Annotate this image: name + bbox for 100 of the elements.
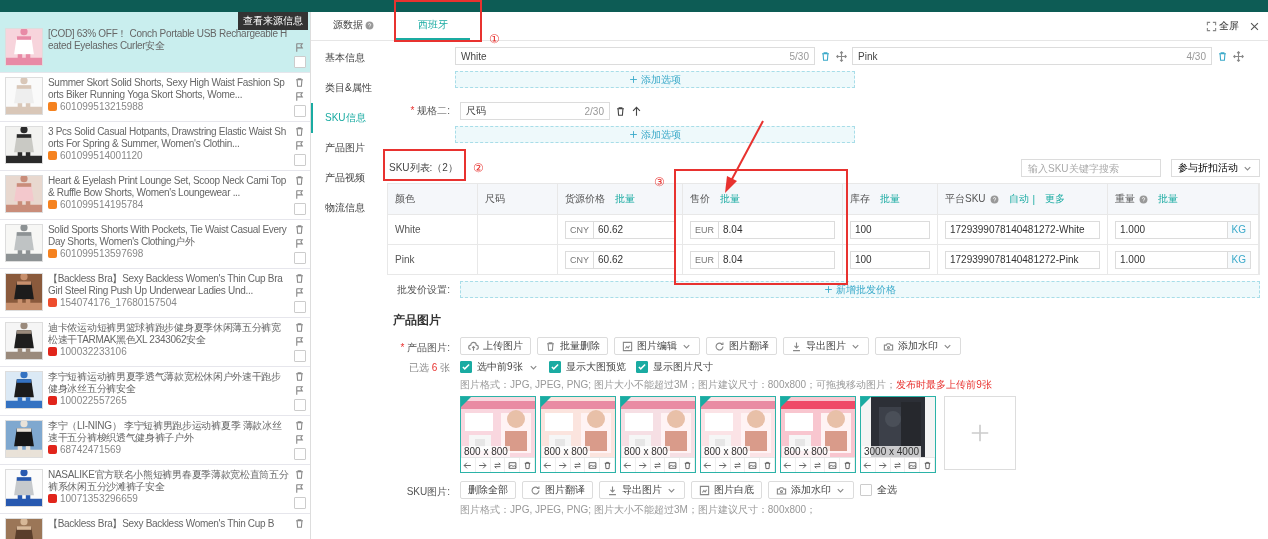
image-icon <box>907 460 917 470</box>
move-left-button[interactable] <box>461 458 476 472</box>
search-field[interactable]: 输入SKU关键字搜索 <box>1021 159 1161 177</box>
drag-icon[interactable] <box>1233 50 1244 62</box>
image-tile[interactable]: 800 x 800 <box>700 396 776 473</box>
fullscreen-button[interactable]: 全屏 <box>1200 12 1245 40</box>
move-left-button[interactable] <box>701 458 716 472</box>
checkbox[interactable] <box>293 105 306 117</box>
checkbox[interactable] <box>293 252 306 264</box>
nav-item[interactable]: 类目&属性 <box>311 73 383 103</box>
product-item[interactable]: NASALIKE官方联名小熊短裤男春夏季薄款宽松直筒五分裤系休闲五分沙滩裤子安全 10071353296659 <box>0 465 310 514</box>
price-field[interactable]: EUR 8.04 <box>690 250 835 269</box>
image-button[interactable] <box>825 458 841 472</box>
move-left-button[interactable] <box>861 458 876 472</box>
tab[interactable]: 源数据 <box>311 12 396 40</box>
product-item[interactable]: 李宁（LI-NING） 李宁短裤男跑步运动裤夏季 薄款冰丝速干五分裤梭织透气健身裤子户外 68742471569 <box>0 416 310 465</box>
checkbox-label[interactable]: 选中前9张 <box>477 360 523 374</box>
toolbar-button[interactable]: 添加水印 <box>875 337 961 355</box>
stock-field[interactable]: 100 <box>850 250 930 269</box>
option-field[interactable]: Pink 4/30 <box>852 47 1212 65</box>
flag-icon[interactable] <box>294 189 305 200</box>
checkbox-label[interactable]: 显示图片尺寸 <box>652 360 713 374</box>
discount-dropdown[interactable]: 参与折扣活动 <box>1171 159 1260 177</box>
flag-icon[interactable] <box>294 91 305 102</box>
flag-icon[interactable] <box>294 336 305 347</box>
move-left-button[interactable] <box>621 458 636 472</box>
selected-count: 已选 6 张 <box>408 361 450 375</box>
checkbox[interactable] <box>548 361 561 373</box>
toolbar-button[interactable]: 删除全部 <box>460 481 516 499</box>
toolbar-button[interactable]: 导出图片 <box>599 481 685 499</box>
checkbox[interactable] <box>460 361 472 373</box>
price-field[interactable]: EUR 8.04 <box>690 220 835 239</box>
image-button[interactable] <box>745 458 761 472</box>
refresh-icon <box>714 340 725 352</box>
checkbox[interactable] <box>293 154 306 166</box>
cost-field[interactable]: CNY 60.62 <box>565 220 675 239</box>
toolbar-button[interactable]: 批量删除 <box>537 337 608 355</box>
product-title: 【Backless Bra】Sexy Backless Women's Thin Cup Bra Girl Steel Ring Push Up Underwear Ladies Und... <box>48 273 284 296</box>
checkbox-label[interactable]: 全选 <box>877 483 897 497</box>
checkbox[interactable] <box>293 497 306 509</box>
flag-icon[interactable] <box>294 483 305 494</box>
checkbox[interactable] <box>293 203 306 215</box>
product-item[interactable]: Heart & Eyelash Print Lounge Set, Scoop Neck Cami Top & Ruffle Bow Shorts, Women's Loungewear ... 601099514195784 <box>0 171 310 220</box>
option-field[interactable]: White 5/30 <box>455 47 815 65</box>
product-item[interactable]: 迪卡侬运动短裤男篮球裤跑步健身夏季休闲薄五分裤宽松速干TARMAK黑色XL 2343062安全 100032233106 <box>0 318 310 367</box>
flag-icon[interactable] <box>294 42 305 53</box>
toolbar-button[interactable]: 图片翻译 <box>706 337 777 355</box>
nav-item[interactable]: 基本信息 <box>311 43 383 73</box>
checkbox[interactable] <box>635 361 648 373</box>
product-item[interactable]: Summer Skort Solid Shorts, Sexy High Waist Fashion Sports Biker Running Yoga Skort Shorts, Wome... 601099513215988 <box>0 73 310 122</box>
toolbar-button[interactable]: 图片白底 <box>691 481 762 499</box>
image-tile[interactable]: 800 x 800 <box>620 396 696 473</box>
toolbar-button[interactable]: 图片编辑 <box>614 337 700 355</box>
up-arrow-icon[interactable] <box>631 105 642 117</box>
product-item[interactable]: 3 Pcs Solid Casual Hotpants, Drawstring Elastic Waist Shorts For Spring & Summer, Women's Clothin... 601099514001120 <box>0 122 310 171</box>
checkbox[interactable] <box>293 350 306 362</box>
checkbox[interactable] <box>293 56 306 68</box>
trash-icon[interactable] <box>615 105 626 117</box>
nav-item[interactable]: 物流信息 <box>311 193 383 223</box>
checkbox[interactable] <box>293 301 306 313</box>
platform-sku-field[interactable]: 1729399078140481272-Pink <box>945 250 1100 269</box>
product-item[interactable]: Solid Sports Shorts With Pockets, Tie Waist Casual Every Day Shorts, Women's Clothing户外 601099513597698 <box>0 220 310 269</box>
flag-icon[interactable] <box>294 385 305 396</box>
product-item[interactable]: 【Backless Bra】Sexy Backless Women's Thin Cup B <box>0 514 310 539</box>
toolbar-button[interactable]: 上传图片 <box>460 337 531 355</box>
nav-item[interactable]: 产品视频 <box>311 163 383 193</box>
image-button[interactable] <box>585 458 601 472</box>
move-left-button[interactable] <box>541 458 556 472</box>
weight-field[interactable]: 1.000 KG <box>1115 250 1251 269</box>
flag-icon[interactable] <box>294 238 305 249</box>
image-button[interactable] <box>905 458 921 472</box>
image-tile[interactable]: 800 x 800 <box>780 396 856 473</box>
stock-field[interactable]: 100 <box>850 220 930 239</box>
product-title: 李宁（LI-NING） 李宁短裤男跑步运动裤夏季 薄款冰丝速干五分裤梭织透气健身裤子户外 <box>48 420 283 443</box>
toolbar-button[interactable]: 图片翻译 <box>522 481 593 499</box>
drag-icon[interactable] <box>836 50 847 62</box>
flag-icon[interactable] <box>294 287 305 298</box>
toolbar-button[interactable]: 添加水印 <box>768 481 854 499</box>
flag-icon[interactable] <box>294 434 305 445</box>
product-item[interactable]: 【Backless Bra】Sexy Backless Women's Thin Cup Bra Girl Steel Ring Push Up Underwear Ladies Und... 154074176_17680157504 <box>0 269 310 318</box>
image-tile[interactable]: 800 x 800 <box>540 396 616 473</box>
checkbox-label[interactable]: 显示大图预览 <box>565 360 626 374</box>
checkbox[interactable] <box>293 448 306 460</box>
close-icon[interactable] <box>1249 20 1260 32</box>
flag-icon[interactable] <box>294 140 305 151</box>
product-item[interactable]: 李宁短裤运动裤男夏季透气薄款宽松休闲户外速干跑步健身冰丝五分裤安全 100022557265 <box>0 367 310 416</box>
image-tile[interactable]: 800 x 800 <box>460 396 536 473</box>
nav-item[interactable]: 产品图片 <box>311 133 383 163</box>
checkbox[interactable] <box>293 399 306 411</box>
spec-field[interactable]: 尺码 2/30 <box>460 102 610 120</box>
move-left-button[interactable] <box>781 458 796 472</box>
image-button[interactable] <box>665 458 681 472</box>
image-button[interactable] <box>505 458 521 472</box>
checkbox[interactable] <box>860 484 872 496</box>
toolbar-button[interactable]: 导出图片 <box>783 337 869 355</box>
platform-sku-field[interactable]: 1729399078140481272-White <box>945 220 1100 239</box>
product-id: 100022557265 <box>60 395 127 406</box>
image-tile[interactable]: 3000 x 4000 <box>860 396 936 473</box>
weight-field[interactable]: 1.000 KG <box>1115 220 1251 239</box>
cost-field[interactable]: CNY 60.62 <box>565 250 675 269</box>
